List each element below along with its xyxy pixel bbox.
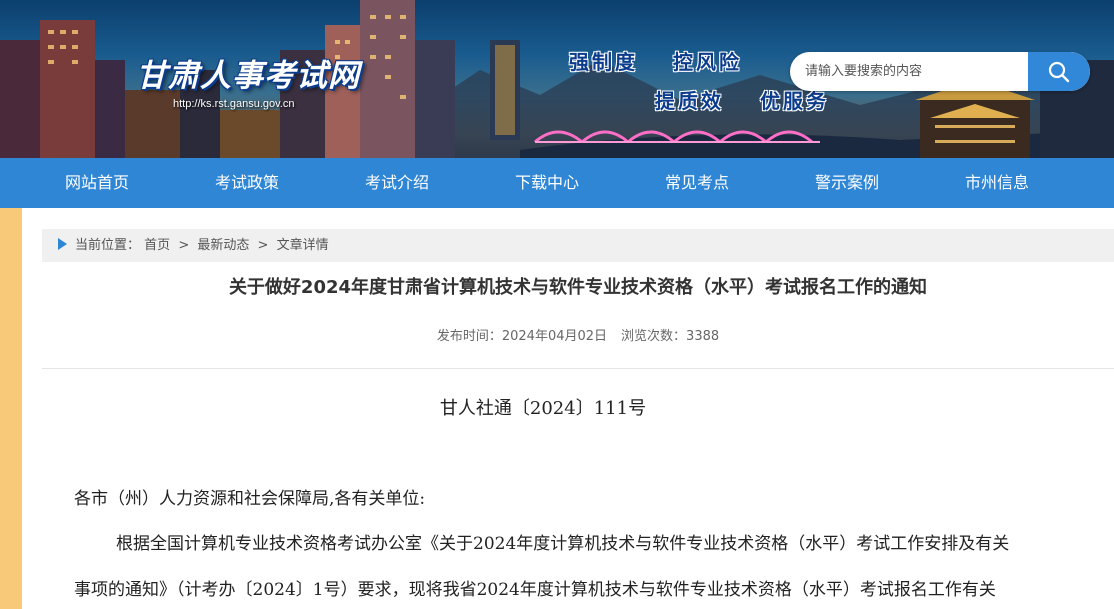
search-icon bbox=[1048, 61, 1070, 82]
document-number: 甘人社通〔2024〕111号 bbox=[439, 398, 647, 419]
nav-exam-sites[interactable]: 常见考点 bbox=[622, 158, 772, 208]
nav-downloads[interactable]: 下载中心 bbox=[472, 158, 622, 208]
search-box bbox=[790, 52, 1090, 91]
breadcrumb-prefix: 当前位置： bbox=[75, 238, 141, 253]
search-button[interactable] bbox=[1028, 52, 1090, 91]
site-url: http://ks.rst.gansu.gov.cn bbox=[173, 98, 295, 110]
breadcrumb-separator: > bbox=[178, 238, 190, 253]
publish-date: 2024年04月02日 bbox=[501, 329, 608, 344]
article-paragraph: 根据全国计算机专业技术资格考试办公室《关于2024年度计算机技术与软件专业技术资… bbox=[116, 534, 1010, 554]
article-paragraph: 各市（州）人力资源和社会保障局,各有关单位: bbox=[74, 489, 426, 509]
article-meta: 发布时间：2024年04月02日 浏览次数：3388 bbox=[42, 325, 1114, 344]
slogan-3: 提质效 bbox=[655, 89, 724, 113]
nav-home[interactable]: 网站首页 bbox=[22, 158, 172, 208]
search-input[interactable] bbox=[790, 52, 1030, 91]
article-divider bbox=[42, 368, 1114, 369]
views-count: 3388 bbox=[686, 329, 720, 344]
article-title: 关于做好2024年度甘肃省计算机技术与软件专业技术资格（水平）考试报名工作的通知 bbox=[228, 277, 928, 298]
header-banner: 甘肃人事考试网 http://ks.rst.gansu.gov.cn 强制度 控… bbox=[0, 0, 1114, 158]
breadcrumb-current: 文章详情 bbox=[276, 238, 329, 253]
nav-exam-policy[interactable]: 考试政策 bbox=[172, 158, 322, 208]
breadcrumb-arrow-icon bbox=[58, 237, 67, 250]
nav-warning-cases[interactable]: 警示案例 bbox=[772, 158, 922, 208]
article-paragraph: 事项的通知》（计考办〔2024〕1号）要求，现将我省2024年度计算机技术与软件… bbox=[74, 580, 996, 600]
breadcrumb-home[interactable]: 首页 bbox=[144, 238, 170, 253]
side-decoration-strip bbox=[0, 208, 22, 609]
main-nav: 网站首页 考试政策 考试介绍 下载中心 常见考点 警示案例 市州信息 bbox=[0, 158, 1114, 208]
breadcrumb-separator: > bbox=[257, 238, 269, 253]
nav-city-info[interactable]: 市州信息 bbox=[922, 158, 1072, 208]
publish-label: 发布时间： bbox=[436, 329, 502, 344]
breadcrumb: 当前位置： 首页 > 最新动态 > 文章详情 bbox=[42, 229, 1114, 262]
slogan-1: 强制度 bbox=[569, 50, 638, 74]
views-label: 浏览次数： bbox=[621, 329, 687, 344]
slogan-2: 控风险 bbox=[673, 50, 742, 74]
site-title[interactable]: 甘肃人事考试网 bbox=[136, 50, 360, 95]
breadcrumb-latest-news[interactable]: 最新动态 bbox=[197, 238, 249, 253]
nav-exam-intro[interactable]: 考试介绍 bbox=[322, 158, 472, 208]
